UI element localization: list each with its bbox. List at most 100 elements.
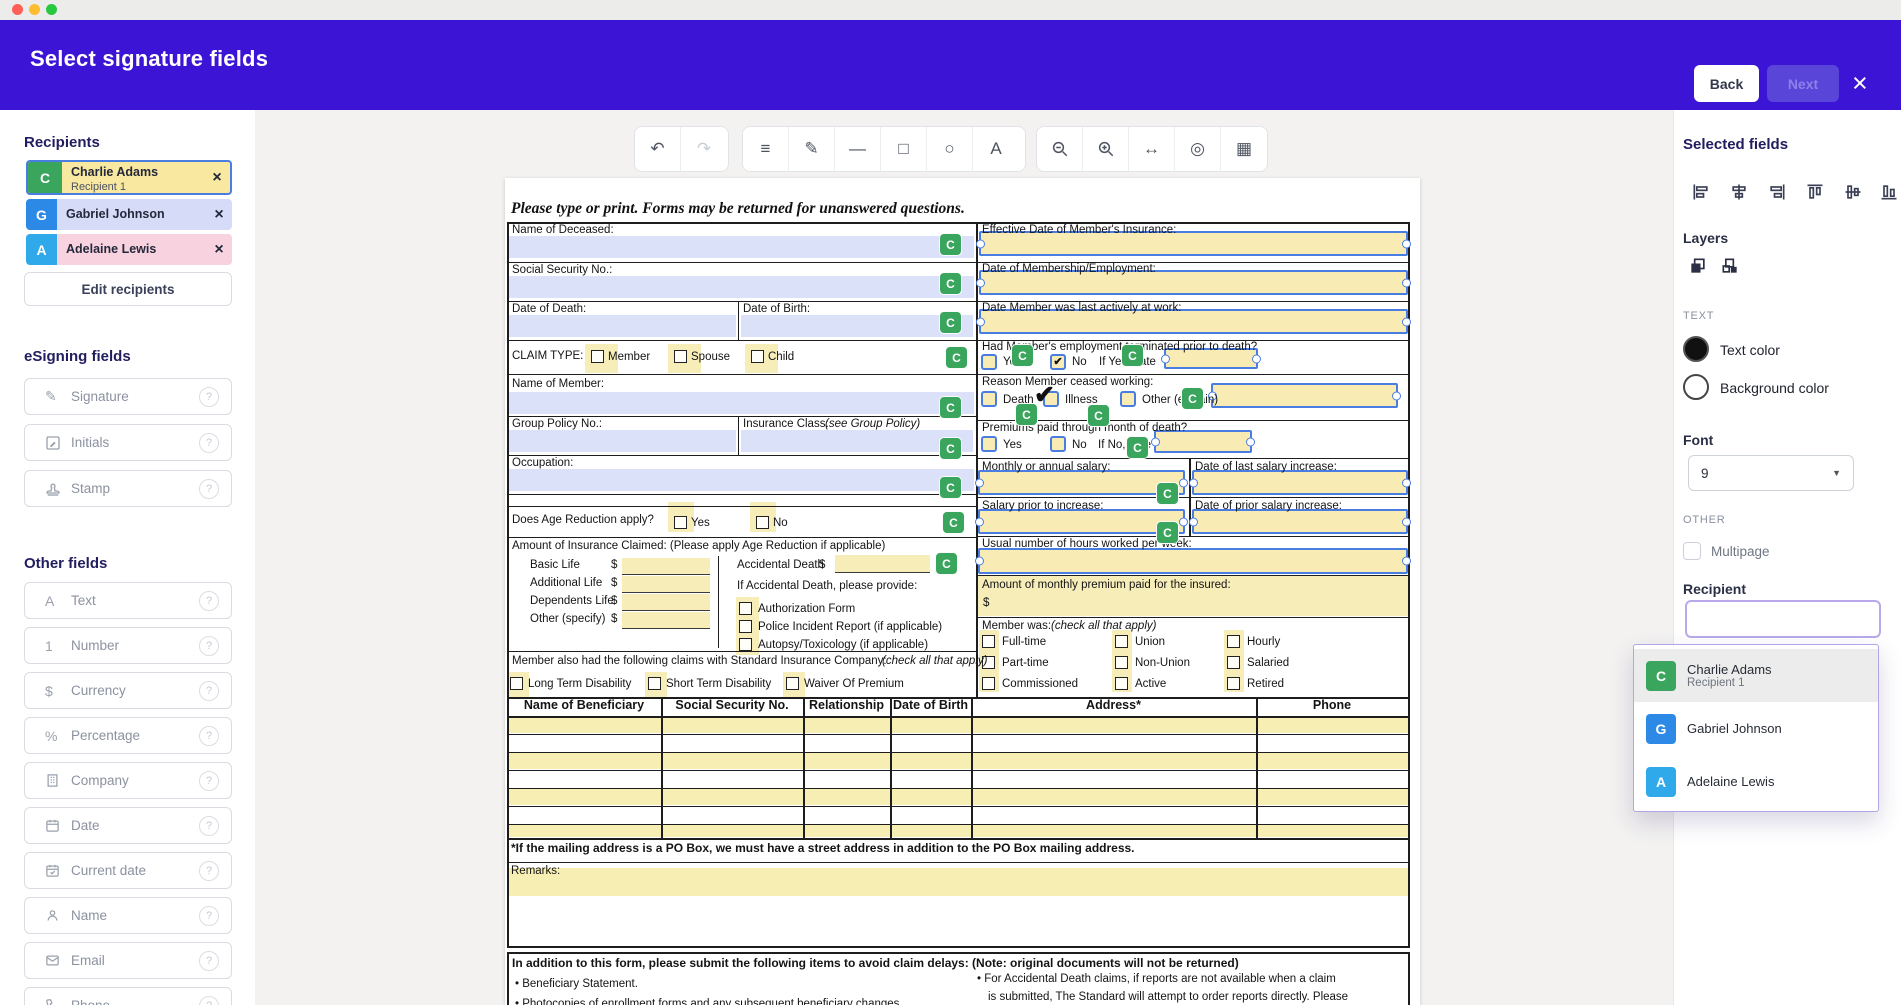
- zoom-in-icon[interactable]: [1083, 127, 1129, 171]
- recipient-field-badge[interactable]: C: [1011, 344, 1034, 367]
- edit-recipients-button[interactable]: Edit recipients: [24, 272, 232, 306]
- grid-button[interactable]: ▦: [1221, 127, 1267, 171]
- lavender-field-fill[interactable]: [508, 469, 974, 491]
- rectangle-tool-button[interactable]: □: [881, 127, 927, 171]
- recipient-input[interactable]: [1685, 600, 1881, 638]
- text-field-button[interactable]: A Text ?: [24, 582, 232, 619]
- recipient-chip-charlie[interactable]: C Charlie Adams Recipient 1 ×: [26, 160, 232, 195]
- align-right-icon[interactable]: [1767, 182, 1787, 202]
- signature-field-button[interactable]: ✎ Signature ?: [24, 378, 232, 415]
- dropdown-item-adelaine[interactable]: A Adelaine Lewis: [1634, 755, 1878, 808]
- lavender-field-fill[interactable]: [508, 392, 974, 414]
- pencil-tool-button[interactable]: ✎: [789, 127, 835, 171]
- company-field-button[interactable]: Company ?: [24, 762, 232, 799]
- email-field-button[interactable]: Email ?: [24, 942, 232, 979]
- form-checkbox[interactable]: [739, 602, 752, 615]
- lavender-field-fill[interactable]: [508, 430, 736, 452]
- currency-field-button[interactable]: $ Currency ?: [24, 672, 232, 709]
- form-checkbox[interactable]: [1227, 635, 1240, 648]
- lavender-field-fill[interactable]: [508, 315, 736, 337]
- align-bottom-icon[interactable]: [1879, 182, 1899, 202]
- form-checkbox[interactable]: [786, 677, 799, 690]
- align-middle-vertical-icon[interactable]: [1843, 182, 1863, 202]
- recipient-field-badge[interactable]: C: [1126, 436, 1149, 459]
- focus-button[interactable]: ◎: [1175, 127, 1221, 171]
- background-color-swatch[interactable]: [1683, 374, 1709, 400]
- text-tool-button[interactable]: A: [973, 127, 1019, 171]
- percentage-field-button[interactable]: % Percentage ?: [24, 717, 232, 754]
- undo-button[interactable]: ↶: [635, 127, 681, 171]
- lines-tool-button[interactable]: ≡: [743, 127, 789, 171]
- recipient-chip-adelaine[interactable]: A Adelaine Lewis ×: [26, 234, 232, 265]
- help-icon[interactable]: ?: [199, 591, 219, 611]
- help-icon[interactable]: ?: [199, 951, 219, 971]
- form-checkbox[interactable]: [756, 516, 769, 529]
- remove-recipient-icon[interactable]: ×: [206, 234, 232, 265]
- form-checkbox[interactable]: [510, 677, 523, 690]
- selected-text-field[interactable]: [1211, 383, 1398, 408]
- close-traffic-light[interactable]: [12, 4, 23, 15]
- phone-field-button[interactable]: Phone ?: [24, 987, 232, 1005]
- form-checkbox[interactable]: [982, 635, 995, 648]
- form-checkbox[interactable]: [1120, 391, 1136, 407]
- form-checkbox[interactable]: [981, 354, 997, 370]
- recipient-field-badge[interactable]: C: [939, 396, 962, 419]
- amount-blank[interactable]: [622, 558, 710, 575]
- dropdown-item-charlie[interactable]: C Charlie Adams Recipient 1: [1634, 649, 1878, 702]
- form-checkbox[interactable]: ✔: [1050, 354, 1066, 370]
- form-checkbox[interactable]: [981, 436, 997, 452]
- zoom-traffic-light[interactable]: [46, 4, 57, 15]
- multipage-checkbox[interactable]: [1683, 542, 1701, 560]
- recipient-field-badge[interactable]: C: [939, 233, 962, 256]
- help-icon[interactable]: ?: [199, 433, 219, 453]
- line-tool-button[interactable]: —: [835, 127, 881, 171]
- help-icon[interactable]: ?: [199, 771, 219, 791]
- font-size-select[interactable]: 9 ▼: [1688, 455, 1854, 491]
- help-icon[interactable]: ?: [199, 816, 219, 836]
- form-checkbox[interactable]: [591, 350, 604, 363]
- help-icon[interactable]: ?: [199, 861, 219, 881]
- remove-recipient-icon[interactable]: ×: [206, 199, 232, 230]
- form-checkbox[interactable]: [1115, 677, 1128, 690]
- recipient-field-badge[interactable]: C: [1181, 387, 1204, 410]
- help-icon[interactable]: ?: [199, 681, 219, 701]
- amount-blank[interactable]: [622, 612, 710, 629]
- text-color-swatch[interactable]: [1683, 336, 1709, 362]
- recipient-field-badge[interactable]: C: [939, 476, 962, 499]
- help-icon[interactable]: ?: [199, 996, 219, 1005]
- form-checkbox[interactable]: [739, 638, 752, 651]
- help-icon[interactable]: ?: [199, 387, 219, 407]
- recipient-field-badge[interactable]: C: [935, 552, 958, 575]
- form-checkbox[interactable]: [1050, 436, 1066, 452]
- bring-forward-icon[interactable]: [1688, 256, 1708, 276]
- help-icon[interactable]: ?: [199, 479, 219, 499]
- zoom-out-icon[interactable]: [1037, 127, 1083, 171]
- recipient-field-badge[interactable]: C: [939, 272, 962, 295]
- form-checkbox[interactable]: [1115, 656, 1128, 669]
- ellipse-tool-button[interactable]: ○: [927, 127, 973, 171]
- recipient-field-badge[interactable]: C: [945, 346, 968, 369]
- help-icon[interactable]: ?: [199, 726, 219, 746]
- close-icon[interactable]: ×: [1852, 68, 1868, 98]
- recipient-field-badge[interactable]: C: [939, 311, 962, 334]
- selected-text-field[interactable]: [978, 548, 1408, 574]
- dropdown-item-gabriel[interactable]: G Gabriel Johnson: [1634, 702, 1878, 755]
- current-date-field-button[interactable]: Current date ?: [24, 852, 232, 889]
- recipient-field-badge[interactable]: C: [942, 511, 965, 534]
- lavender-field-fill[interactable]: [508, 236, 974, 258]
- recipient-field-badge[interactable]: C: [1156, 521, 1179, 544]
- align-left-icon[interactable]: [1691, 182, 1711, 202]
- remove-recipient-icon[interactable]: ×: [204, 162, 230, 193]
- back-button[interactable]: Back: [1694, 65, 1759, 102]
- redo-button[interactable]: ↷: [681, 127, 727, 171]
- number-field-button[interactable]: 1 Number ?: [24, 627, 232, 664]
- drawn-checkmark[interactable]: ✔: [1034, 380, 1055, 410]
- send-backward-icon[interactable]: [1720, 256, 1740, 276]
- lavender-field-fill[interactable]: [508, 276, 974, 298]
- form-checkbox[interactable]: [751, 350, 764, 363]
- help-icon[interactable]: ?: [199, 906, 219, 926]
- recipient-field-badge[interactable]: C: [1121, 344, 1144, 367]
- recipient-field-badge[interactable]: C: [1156, 482, 1179, 505]
- next-button[interactable]: Next: [1767, 65, 1839, 102]
- form-checkbox[interactable]: [981, 391, 997, 407]
